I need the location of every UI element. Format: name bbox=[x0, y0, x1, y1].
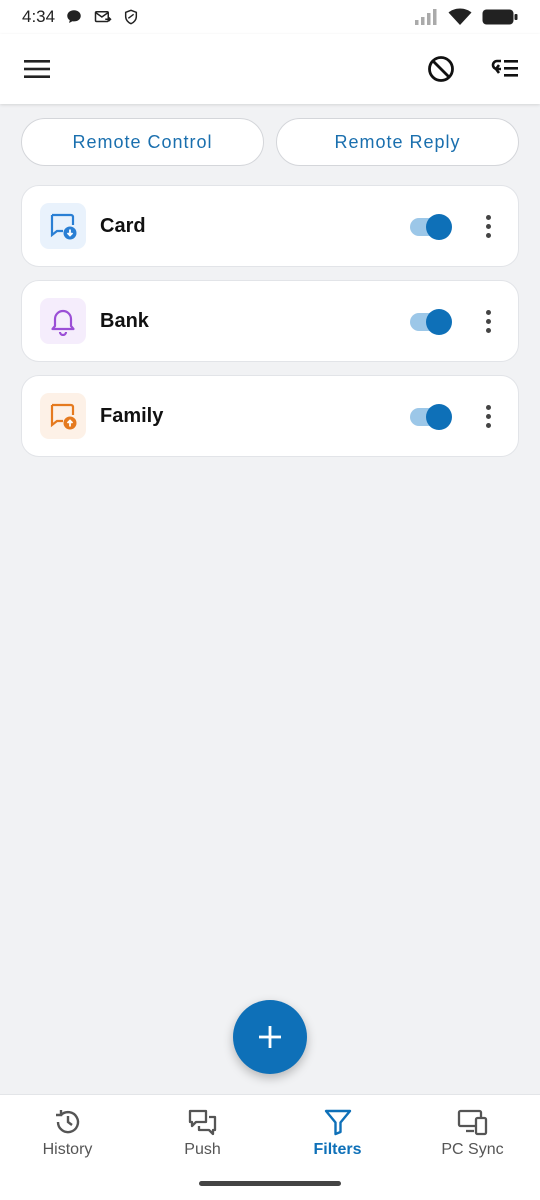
status-left: 4:34 bbox=[22, 7, 139, 27]
app-bar bbox=[0, 34, 540, 104]
filter-toggle[interactable] bbox=[410, 214, 454, 240]
signal-icon bbox=[415, 9, 437, 25]
nav-history[interactable]: History bbox=[0, 1095, 135, 1200]
battery-icon bbox=[482, 9, 518, 25]
more-options-button[interactable] bbox=[478, 211, 498, 241]
filter-card-family[interactable]: Family bbox=[21, 375, 519, 457]
more-options-button[interactable] bbox=[478, 401, 498, 431]
chat-icon bbox=[188, 1109, 216, 1136]
filter-list: Card Bank Family bbox=[21, 185, 519, 457]
filter-title: Family bbox=[100, 404, 164, 427]
add-filter-button[interactable] bbox=[233, 1000, 307, 1074]
shield-icon bbox=[125, 9, 138, 25]
filter-list-button[interactable] bbox=[490, 54, 520, 84]
chat-bubble-icon bbox=[67, 10, 81, 23]
history-icon bbox=[55, 1110, 79, 1134]
devices-icon bbox=[457, 1109, 487, 1136]
filter-title: Bank bbox=[100, 309, 149, 332]
wifi-icon bbox=[448, 8, 472, 25]
top-buttons: Remote Control Remote Reply bbox=[21, 118, 519, 166]
block-icon bbox=[428, 56, 454, 82]
mail-forward-icon bbox=[94, 11, 112, 23]
block-button[interactable] bbox=[426, 54, 456, 84]
filter-toggle[interactable] bbox=[410, 309, 454, 335]
nav-label: Filters bbox=[313, 1141, 362, 1158]
plus-icon bbox=[259, 1026, 281, 1048]
filter-list-icon bbox=[491, 59, 518, 77]
nav-label: Push bbox=[184, 1141, 221, 1158]
filter-icon bbox=[324, 1109, 351, 1136]
message-upload-icon bbox=[40, 393, 86, 439]
filter-card-bank[interactable]: Bank bbox=[21, 280, 519, 362]
nav-label: PC Sync bbox=[441, 1141, 504, 1158]
status-bar: 4:34 bbox=[0, 0, 540, 34]
filter-toggle[interactable] bbox=[410, 404, 454, 430]
home-indicator[interactable] bbox=[199, 1181, 341, 1186]
message-download-icon bbox=[40, 203, 86, 249]
menu-icon bbox=[24, 60, 50, 78]
status-right bbox=[414, 8, 518, 26]
nav-pc-sync[interactable]: PC Sync bbox=[405, 1095, 540, 1200]
app-bar-actions bbox=[426, 54, 520, 84]
status-time: 4:34 bbox=[22, 7, 56, 26]
more-options-button[interactable] bbox=[478, 306, 498, 336]
nav-label: History bbox=[42, 1141, 93, 1158]
remote-control-button[interactable]: Remote Control bbox=[21, 118, 264, 166]
menu-button[interactable] bbox=[22, 54, 52, 84]
remote-reply-button[interactable]: Remote Reply bbox=[276, 118, 519, 166]
bell-icon bbox=[40, 298, 86, 344]
filter-card-card[interactable]: Card bbox=[21, 185, 519, 267]
filter-title: Card bbox=[100, 214, 146, 237]
